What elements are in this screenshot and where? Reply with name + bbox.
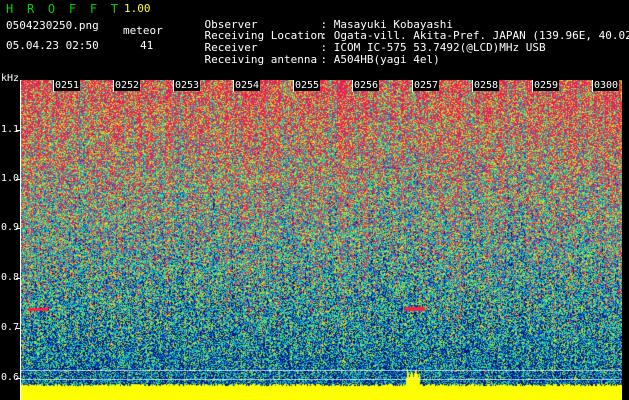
title-letter: O bbox=[47, 2, 56, 16]
plot-left-border bbox=[20, 80, 21, 400]
time-label: 0300 bbox=[593, 80, 620, 91]
meteor-count: 41 bbox=[140, 39, 154, 52]
frequency-unit: kHz bbox=[1, 73, 20, 85]
time-label: 0252 bbox=[114, 80, 141, 91]
time-label: 0256 bbox=[353, 80, 380, 91]
time-label: 0255 bbox=[294, 80, 321, 91]
time-label: 0257 bbox=[413, 80, 440, 91]
app-title: H R O F F T bbox=[6, 2, 118, 16]
time-label: 0251 bbox=[54, 80, 81, 91]
time-label: 0258 bbox=[473, 80, 500, 91]
title-letter: R bbox=[26, 2, 35, 16]
reference-line bbox=[20, 379, 622, 380]
title-letter: F bbox=[68, 2, 77, 16]
title-letter: F bbox=[89, 2, 98, 16]
capture-timestamp: 05.04.23 02:50 bbox=[6, 39, 99, 52]
spectrogram-canvas bbox=[20, 80, 622, 400]
meteor-label: meteor bbox=[123, 24, 163, 37]
time-label: 0254 bbox=[234, 80, 261, 91]
time-label: 0259 bbox=[533, 80, 560, 91]
plot-right-margin bbox=[622, 80, 629, 400]
reference-line bbox=[20, 370, 622, 371]
antenna-row: Receiving antenna: A504HB(yagi 4el) bbox=[178, 40, 440, 79]
antenna-label: Receiving antenna bbox=[204, 53, 318, 66]
time-label: 0253 bbox=[174, 80, 201, 91]
header-panel: H R O F F T 1.00 0504230250.png 05.04.23… bbox=[0, 0, 629, 80]
spectrogram-plot bbox=[20, 80, 622, 400]
title-letter: H bbox=[6, 2, 14, 16]
app-version: 1.00 bbox=[124, 2, 151, 15]
antenna-value: : A504HB(yagi 4el) bbox=[320, 53, 440, 66]
file-name: 0504230250.png bbox=[6, 19, 99, 32]
title-letter: T bbox=[110, 2, 118, 16]
